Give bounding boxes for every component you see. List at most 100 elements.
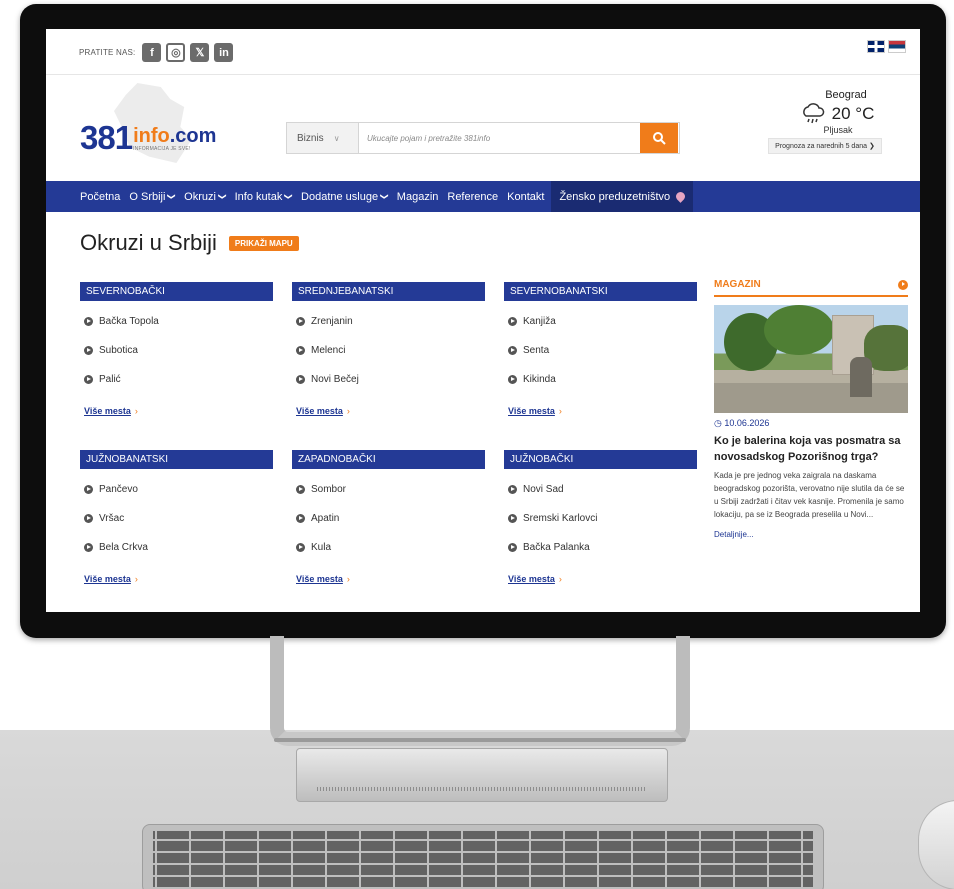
- place-link[interactable]: Kula: [292, 533, 485, 562]
- arrow-circle-icon: [84, 485, 93, 494]
- magazine-heading[interactable]: Ko je balerina koja vas posmatra sa novo…: [714, 433, 908, 465]
- site-logo[interactable]: 381 info.com INFORMACIJA JE SVE!: [80, 121, 216, 154]
- nav-item[interactable]: Početna: [80, 191, 120, 203]
- more-places-link[interactable]: Više mesta ›: [292, 406, 485, 416]
- weather-description: Pljusak: [823, 125, 853, 135]
- magazine-date: ◷ 10.06.2026: [714, 418, 770, 428]
- chevron-down-icon: ❯: [217, 193, 227, 200]
- language-switcher: [867, 40, 906, 53]
- follow-label: PRATITE NAS:: [79, 48, 136, 57]
- arrow-circle-icon: [508, 317, 517, 326]
- linkedin-icon[interactable]: in: [214, 43, 234, 62]
- nav-item[interactable]: Kontakt: [507, 191, 544, 203]
- arrow-circle-icon: [296, 375, 305, 384]
- nav-item[interactable]: Žensko preduzetništvo: [551, 181, 694, 212]
- x-icon[interactable]: 𝕏: [190, 43, 210, 62]
- region-card: SEVERNOBANATSKI Kanjiža Senta Kikinda Više m…: [504, 282, 697, 416]
- region-card: JUŽNOBAČKI Novi Sad Sremski Karlovci Bačka …: [504, 450, 697, 584]
- arrow-circle-icon: [84, 317, 93, 326]
- place-link[interactable]: Zrenjanin: [292, 307, 485, 336]
- search-button[interactable]: [640, 123, 678, 153]
- page-title-row: Okruzi u Srbiji PRIKAŽI MAPU: [80, 230, 299, 256]
- arrow-circle-icon: [296, 346, 305, 355]
- arrow-circle-icon: [84, 543, 93, 552]
- more-places-link[interactable]: Više mesta ›: [292, 574, 485, 584]
- main-nav: Početna O Srbiji ❯ Okruzi ❯ Info kutak ❯ Dodatn…: [46, 181, 920, 212]
- top-bar: PRATITE NAS: f ◎ 𝕏 in: [46, 29, 920, 75]
- search-bar: Biznis ∨: [286, 122, 680, 154]
- arrow-circle-icon: [84, 514, 93, 523]
- arrow-circle-icon: [296, 317, 305, 326]
- chevron-down-icon: ∨: [333, 133, 340, 143]
- place-link[interactable]: Palić: [80, 365, 273, 394]
- more-places-link[interactable]: Više mesta ›: [80, 406, 273, 416]
- browser-screen: PRATITE NAS: f ◎ 𝕏 in 381 info.com INFOR…: [46, 29, 920, 612]
- place-link[interactable]: Bačka Topola: [80, 307, 273, 336]
- place-link[interactable]: Melenci: [292, 336, 485, 365]
- monitor-stand: [270, 636, 690, 746]
- monitor-base: [296, 748, 668, 802]
- serbia-flag-icon[interactable]: [888, 40, 906, 53]
- region-heading[interactable]: SEVERNOBAČKI: [80, 282, 273, 301]
- place-link[interactable]: Vršac: [80, 504, 273, 533]
- region-heading[interactable]: ZAPADNOBAČKI: [292, 450, 485, 469]
- site-header: 381 info.com INFORMACIJA JE SVE! Biznis …: [46, 75, 920, 181]
- facebook-icon[interactable]: f: [142, 43, 162, 62]
- region-heading[interactable]: SREDNJEBANATSKI: [292, 282, 485, 301]
- place-link[interactable]: Kanjiža: [504, 307, 697, 336]
- magazine-photo[interactable]: [714, 305, 908, 413]
- place-link[interactable]: Apatin: [292, 504, 485, 533]
- arrow-circle-icon: [84, 346, 93, 355]
- nav-item[interactable]: Magazin: [397, 191, 439, 203]
- magazine-excerpt: Kada je pre jednog veka zaigrala na dask…: [714, 471, 905, 519]
- arrow-circle-icon: [508, 346, 517, 355]
- social-follow: PRATITE NAS: f ◎ 𝕏 in: [79, 43, 234, 62]
- nav-item[interactable]: Dodatne usluge ❯: [301, 191, 389, 203]
- mouse: [918, 800, 954, 889]
- arrow-circle-icon: [508, 543, 517, 552]
- region-heading[interactable]: JUŽNOBAČKI: [504, 450, 697, 469]
- place-link[interactable]: Senta: [504, 336, 697, 365]
- nav-item[interactable]: Info kutak ❯: [235, 191, 294, 203]
- logo-number: 381: [80, 119, 133, 156]
- nav-item[interactable]: O Srbiji ❯: [129, 191, 176, 203]
- rain-cloud-icon: [802, 103, 824, 124]
- forecast-button[interactable]: Prognoza za narednih 5 dana ❯: [768, 138, 882, 154]
- search-category-select[interactable]: Biznis ∨: [287, 123, 359, 153]
- arrow-circle-icon: [84, 375, 93, 384]
- more-places-link[interactable]: Više mesta ›: [504, 574, 697, 584]
- region-heading[interactable]: JUŽNOBANATSKI: [80, 450, 273, 469]
- place-link[interactable]: Sremski Karlovci: [504, 504, 697, 533]
- place-link[interactable]: Kikinda: [504, 365, 697, 394]
- place-link[interactable]: Bela Crkva: [80, 533, 273, 562]
- region-card: SEVERNOBAČKI Bačka Topola Subotica Palić Viš…: [80, 282, 273, 416]
- more-places-link[interactable]: Više mesta ›: [80, 574, 273, 584]
- show-map-button[interactable]: PRIKAŽI MAPU: [228, 235, 299, 251]
- region-card: SREDNJEBANATSKI Zrenjanin Melenci Novi Beče…: [292, 282, 485, 416]
- weather-city: Beograd: [825, 89, 867, 101]
- place-link[interactable]: Bačka Palanka: [504, 533, 697, 562]
- page-title: Okruzi u Srbiji: [80, 230, 217, 255]
- more-places-link[interactable]: Više mesta ›: [504, 406, 697, 416]
- keyboard: [142, 824, 824, 889]
- uk-flag-icon[interactable]: [867, 40, 885, 53]
- chevron-down-icon: ❯: [379, 193, 389, 200]
- place-link[interactable]: Novi Bečej: [292, 365, 485, 394]
- logo-brand: info.com: [133, 125, 217, 147]
- nav-item[interactable]: Okruzi ❯: [184, 191, 227, 203]
- region-card: JUŽNOBANATSKI Pančevo Vršac Bela Crkva Više …: [80, 450, 273, 584]
- magazine-more-link[interactable]: Detaljnije...: [714, 530, 908, 539]
- magazine-title: MAGAZIN: [714, 279, 761, 290]
- search-input[interactable]: [359, 123, 640, 153]
- search-icon: [653, 132, 666, 145]
- place-link[interactable]: Sombor: [292, 475, 485, 504]
- place-link[interactable]: Subotica: [80, 336, 273, 365]
- next-arrow-icon[interactable]: [898, 279, 908, 290]
- nav-item[interactable]: Reference: [447, 191, 498, 203]
- region-heading[interactable]: SEVERNOBANATSKI: [504, 282, 697, 301]
- region-card: ZAPADNOBAČKI Sombor Apatin Kula Više mesta ›: [292, 450, 485, 584]
- place-link[interactable]: Novi Sad: [504, 475, 697, 504]
- place-link[interactable]: Pančevo: [80, 475, 273, 504]
- instagram-icon[interactable]: ◎: [166, 43, 186, 62]
- magazine-widget: MAGAZIN ◷ 10.06.2026 Ko je balerina koja…: [714, 279, 908, 539]
